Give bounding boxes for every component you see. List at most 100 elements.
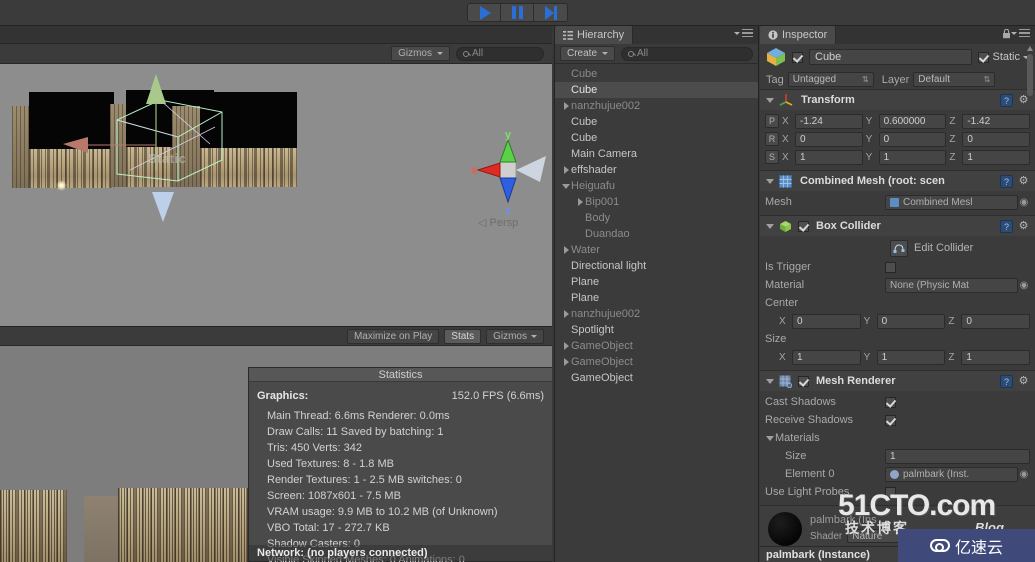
- tag-dropdown[interactable]: Untagged ⇅: [787, 72, 874, 87]
- expand-arrow-icon[interactable]: [561, 166, 571, 174]
- box-collider-header[interactable]: Box Collider ? ⚙: [760, 216, 1035, 236]
- hierarchy-item[interactable]: Duandao: [555, 226, 758, 242]
- help-icon[interactable]: ?: [1000, 219, 1013, 233]
- hierarchy-item[interactable]: nanzhujue002: [555, 306, 758, 322]
- hierarchy-item[interactable]: GameObject: [555, 338, 758, 354]
- center-z-field[interactable]: 0: [961, 313, 1031, 329]
- hierarchy-tab-label: Hierarchy: [577, 29, 625, 41]
- edit-collider-button[interactable]: [890, 239, 908, 257]
- play-button[interactable]: [468, 4, 501, 21]
- game-gizmos-button[interactable]: Gizmos: [486, 328, 544, 344]
- foldout-toggle[interactable]: [765, 97, 775, 103]
- layer-dropdown[interactable]: Default ⇅: [913, 72, 996, 87]
- size-x-field[interactable]: 1: [792, 349, 861, 365]
- hierarchy-item[interactable]: Plane: [555, 290, 758, 306]
- hierarchy-item[interactable]: Directional light: [555, 258, 758, 274]
- static-toggle[interactable]: Static: [978, 51, 1029, 63]
- hierarchy-item[interactable]: Water: [555, 242, 758, 258]
- mesh-object-field[interactable]: Combined Mesl: [885, 194, 1018, 210]
- lock-icon[interactable]: [1002, 29, 1011, 39]
- hierarchy-panel: Hierarchy Create All Cube Cube nanzhujue00…: [554, 26, 759, 562]
- scale-y-field[interactable]: 1: [878, 149, 947, 165]
- step-button[interactable]: [534, 4, 567, 21]
- hierarchy-item[interactable]: Cube: [555, 114, 758, 130]
- hierarchy-search-input[interactable]: All: [621, 46, 753, 61]
- expand-arrow-icon[interactable]: [575, 198, 585, 206]
- center-y-field[interactable]: 0: [876, 313, 946, 329]
- physic-material-field[interactable]: None (Physic Mat: [885, 277, 1018, 293]
- hierarchy-item[interactable]: Cube: [555, 66, 758, 82]
- position-x-field[interactable]: -1.24: [795, 113, 863, 129]
- is-trigger-checkbox[interactable]: [885, 261, 896, 273]
- scene-search-input[interactable]: All: [456, 46, 544, 61]
- gameobject-name-field[interactable]: Cube: [809, 49, 973, 65]
- hierarchy-item[interactable]: Spotlight: [555, 322, 758, 338]
- light-gizmo-icon[interactable]: [56, 180, 67, 191]
- gameobject-enabled-checkbox[interactable]: [792, 51, 803, 63]
- size-z-field[interactable]: 1: [961, 349, 1031, 365]
- inspector-scrollbar[interactable]: [1026, 46, 1034, 546]
- hierarchy-item[interactable]: GameObject: [555, 370, 758, 386]
- scene-viewport[interactable]: Static y z X ◁ Persp: [0, 64, 552, 326]
- maximize-on-play-button[interactable]: Maximize on Play: [346, 328, 440, 344]
- hierarchy-item[interactable]: Main Camera: [555, 146, 758, 162]
- layer-value: Default: [918, 74, 950, 85]
- scene-projection-label[interactable]: ◁ Persp: [478, 216, 518, 229]
- scrollbar-thumb[interactable]: [1027, 54, 1033, 96]
- foldout-toggle[interactable]: [765, 435, 775, 441]
- expand-arrow-icon[interactable]: [561, 358, 571, 366]
- position-z-field[interactable]: -1.42: [962, 113, 1031, 129]
- expand-arrow-icon[interactable]: [561, 102, 571, 110]
- help-icon[interactable]: ?: [1000, 374, 1013, 388]
- hierarchy-item[interactable]: effshader: [555, 162, 758, 178]
- combined-mesh-header[interactable]: Combined Mesh (root: scen ? ⚙: [760, 171, 1035, 191]
- help-icon[interactable]: ?: [1000, 93, 1013, 107]
- scene-cube-right[interactable]: [172, 92, 297, 187]
- box-collider-enabled-checkbox[interactable]: [798, 220, 809, 232]
- transform-body: P X -1.24 Y 0.600000 Z -1.42 R X 0 Y 0 Z…: [760, 110, 1035, 170]
- stats-button[interactable]: Stats: [444, 328, 482, 344]
- rotation-y-field[interactable]: 0: [878, 131, 947, 147]
- receive-shadows-checkbox[interactable]: [885, 414, 896, 426]
- collapse-arrow-icon[interactable]: [561, 183, 571, 189]
- hierarchy-item[interactable]: Heiguafu: [555, 178, 758, 194]
- scale-x-field[interactable]: 1: [795, 149, 863, 165]
- mesh-renderer-enabled-checkbox[interactable]: [798, 375, 809, 387]
- mesh-renderer-header[interactable]: Mesh Renderer ? ⚙: [760, 371, 1035, 391]
- hierarchy-tab-menu[interactable]: [734, 29, 753, 37]
- size-y-field[interactable]: 1: [876, 349, 946, 365]
- position-y-field[interactable]: 0.600000: [878, 113, 947, 129]
- transform-header[interactable]: Transform ? ⚙: [760, 90, 1035, 110]
- scroll-up-icon[interactable]: [1027, 46, 1033, 51]
- hierarchy-item[interactable]: Body: [555, 210, 758, 226]
- expand-arrow-icon[interactable]: [561, 342, 571, 350]
- hierarchy-item[interactable]: Cube: [555, 82, 758, 98]
- element0-field[interactable]: palmbark (Inst.: [885, 466, 1018, 482]
- tab-inspector[interactable]: Inspector: [760, 26, 837, 44]
- inspector-tab-menu[interactable]: [1011, 29, 1030, 37]
- foldout-toggle[interactable]: [765, 223, 775, 229]
- create-button[interactable]: Create: [560, 46, 616, 61]
- tab-hierarchy[interactable]: Hierarchy: [555, 26, 634, 44]
- help-icon[interactable]: ?: [1000, 174, 1013, 188]
- materials-foldout-row[interactable]: Materials: [765, 429, 1030, 447]
- expand-arrow-icon[interactable]: [561, 246, 571, 254]
- hierarchy-item[interactable]: nanzhujue002: [555, 98, 758, 114]
- foldout-toggle[interactable]: [765, 378, 775, 384]
- materials-size-field[interactable]: 1: [885, 448, 1030, 464]
- scene-cube-left[interactable]: [12, 92, 114, 188]
- hierarchy-item[interactable]: Cube: [555, 130, 758, 146]
- hierarchy-item[interactable]: Bip001: [555, 194, 758, 210]
- expand-arrow-icon[interactable]: [561, 310, 571, 318]
- center-x-field[interactable]: 0: [792, 313, 861, 329]
- static-checkbox[interactable]: [978, 51, 990, 63]
- pause-button[interactable]: [501, 4, 534, 21]
- foldout-toggle[interactable]: [765, 178, 775, 184]
- scene-gizmos-button[interactable]: Gizmos: [391, 46, 450, 61]
- hierarchy-item[interactable]: Plane: [555, 274, 758, 290]
- rotation-z-field[interactable]: 0: [962, 131, 1031, 147]
- scale-z-field[interactable]: 1: [962, 149, 1031, 165]
- hierarchy-item[interactable]: GameObject: [555, 354, 758, 370]
- rotation-x-field[interactable]: 0: [795, 131, 863, 147]
- cast-shadows-checkbox[interactable]: [885, 396, 896, 408]
